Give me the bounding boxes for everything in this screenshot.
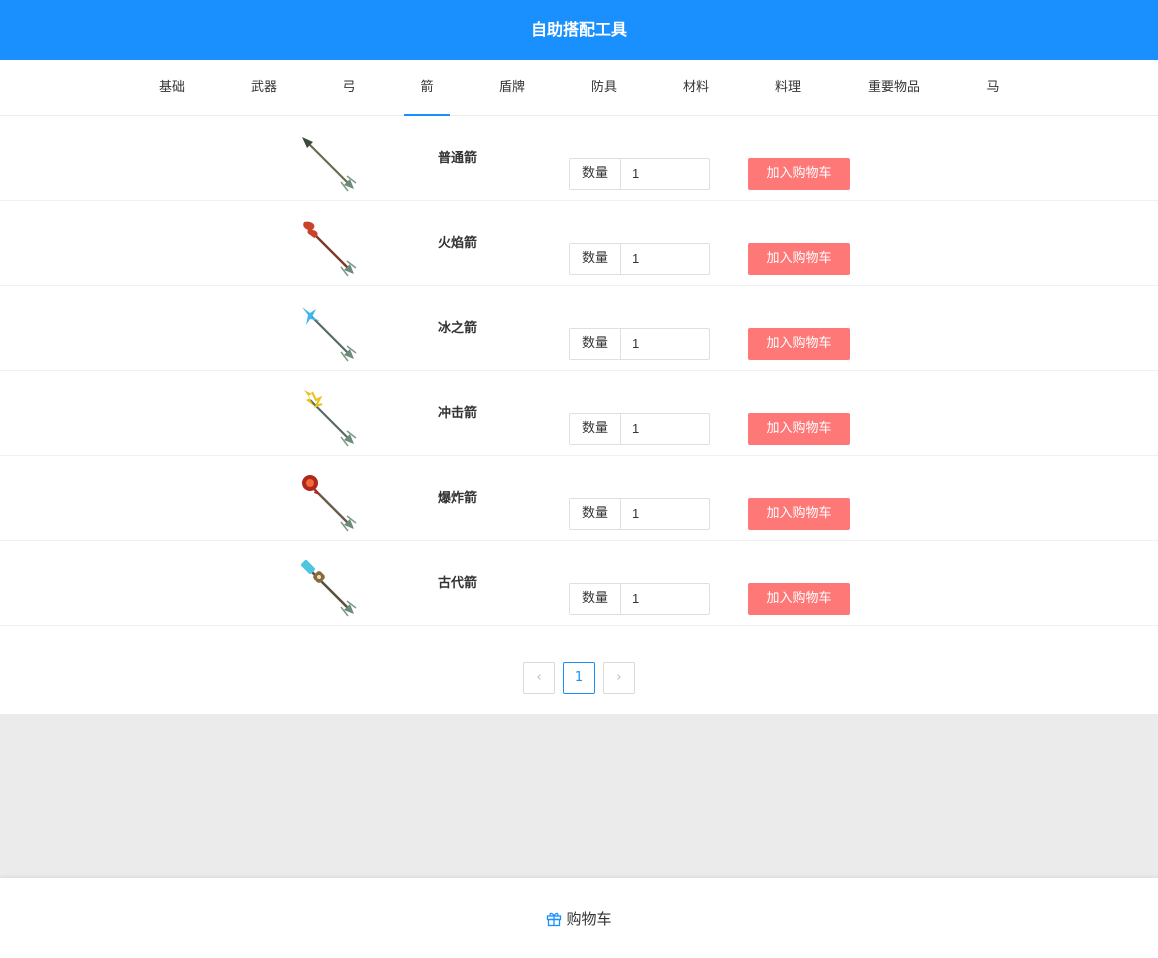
quantity-label: 数量: [570, 159, 621, 189]
list-item: 普通箭 数量 加入购物车: [0, 116, 1158, 201]
quantity-stepper: 数量: [569, 498, 710, 530]
item-name: 火焰箭: [438, 236, 478, 251]
tab-label: 马: [986, 80, 1000, 95]
ancient-arrow-icon: [301, 560, 357, 617]
quantity-input[interactable]: [622, 159, 709, 189]
pagination: ‹ 1 ›: [0, 662, 1158, 714]
quantity-stepper: 数量: [569, 158, 710, 190]
quantity-stepper: 数量: [569, 328, 710, 360]
cart-link[interactable]: 购物车: [546, 909, 612, 929]
tab-label: 弓: [342, 80, 356, 95]
add-to-cart-button[interactable]: 加入购物车: [748, 158, 850, 190]
quantity-input[interactable]: [622, 244, 709, 274]
gift-icon: [547, 912, 562, 926]
tab-label: 料理: [774, 80, 801, 95]
shock-arrow-icon: [304, 390, 357, 447]
quantity-label: 数量: [570, 414, 621, 444]
tab-horses[interactable]: 马: [978, 60, 1008, 116]
item-name: 普通箭: [438, 151, 478, 166]
tab-arrows[interactable]: 箭: [404, 60, 450, 116]
normal-arrow-icon: [302, 137, 357, 192]
tab-food[interactable]: 料理: [766, 60, 810, 116]
quantity-input[interactable]: [622, 414, 709, 444]
tab-shields[interactable]: 盾牌: [490, 60, 534, 116]
category-tabs: 基础 武器 弓 箭 盾牌 防具 材料 料理 重要物品 马: [0, 60, 1158, 116]
quantity-input[interactable]: [622, 329, 709, 359]
next-page-button[interactable]: ›: [603, 662, 635, 694]
cart-bar[interactable]: 购物车: [0, 878, 1158, 958]
item-name: 冲击箭: [438, 406, 478, 421]
quantity-input[interactable]: [622, 499, 709, 529]
prev-page-button[interactable]: ‹: [523, 662, 555, 694]
tab-bows[interactable]: 弓: [334, 60, 364, 116]
chevron-right-icon: ›: [616, 670, 622, 685]
quantity-label: 数量: [570, 499, 621, 529]
app-header: 自助搭配工具: [0, 0, 1158, 60]
quantity-label: 数量: [570, 329, 621, 359]
tab-label: 防具: [590, 80, 617, 95]
tab-label: 武器: [250, 80, 277, 95]
add-to-cart-button[interactable]: 加入购物车: [748, 498, 850, 530]
tab-label: 材料: [682, 80, 709, 95]
list-item: 冰之箭 数量 加入购物车: [0, 286, 1158, 371]
tab-label: 基础: [158, 80, 185, 95]
tab-label: 箭: [420, 80, 434, 95]
add-to-cart-button[interactable]: 加入购物车: [748, 583, 850, 615]
tab-materials[interactable]: 材料: [674, 60, 718, 116]
quantity-label: 数量: [570, 244, 621, 274]
item-name: 冰之箭: [438, 321, 478, 336]
quantity-stepper: 数量: [569, 243, 710, 275]
tab-label: 重要物品: [867, 80, 920, 95]
tab-basic[interactable]: 基础: [150, 60, 194, 116]
tab-key-items[interactable]: 重要物品: [858, 60, 930, 116]
add-to-cart-button[interactable]: 加入购物车: [748, 243, 850, 275]
page-number-button[interactable]: 1: [563, 662, 595, 694]
list-item: 火焰箭 数量 加入购物车: [0, 201, 1158, 286]
item-name: 爆炸箭: [438, 491, 478, 506]
item-name: 古代箭: [438, 576, 478, 591]
fire-arrow-icon: [303, 221, 357, 277]
quantity-stepper: 数量: [569, 583, 710, 615]
list-item: 古代箭 数量 加入购物车: [0, 541, 1158, 626]
chevron-left-icon: ‹: [536, 670, 542, 685]
list-item: 爆炸箭 数量 加入购物车: [0, 456, 1158, 541]
quantity-label: 数量: [570, 584, 621, 614]
tab-label: 盾牌: [498, 80, 525, 95]
quantity-stepper: 数量: [569, 413, 710, 445]
add-to-cart-button[interactable]: 加入购物车: [748, 413, 850, 445]
add-to-cart-button[interactable]: 加入购物车: [748, 328, 850, 360]
bomb-arrow-icon: [302, 475, 357, 532]
cart-label: 购物车: [566, 909, 612, 928]
page-title: 自助搭配工具: [530, 20, 627, 39]
item-list: 普通箭 数量 加入购物车 火焰箭 数量 加入购物车 冰之箭 数: [0, 116, 1158, 714]
tab-armor[interactable]: 防具: [582, 60, 626, 116]
ice-arrow-icon: [302, 307, 357, 362]
quantity-input[interactable]: [622, 584, 709, 614]
tab-weapons[interactable]: 武器: [242, 60, 286, 116]
list-item: 冲击箭 数量 加入购物车: [0, 371, 1158, 456]
